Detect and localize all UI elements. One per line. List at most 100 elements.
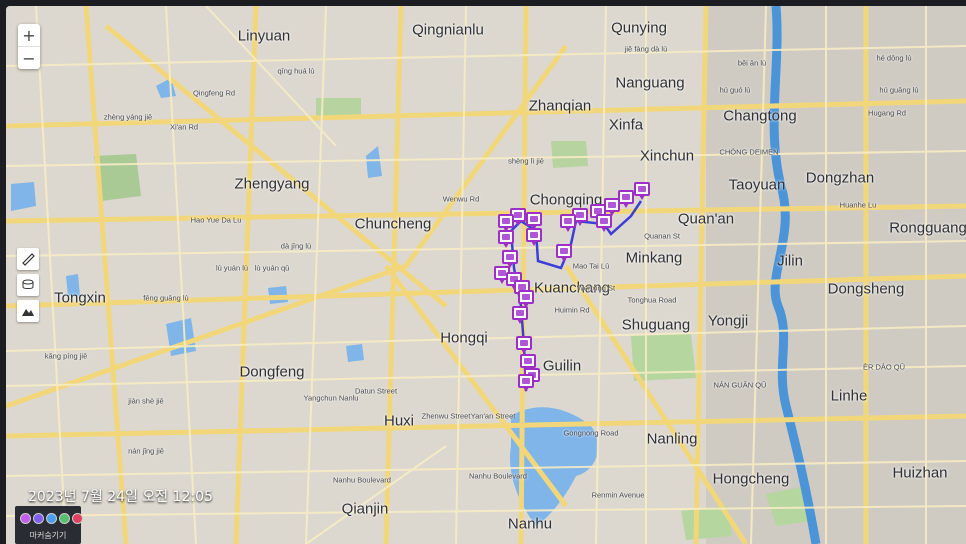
street-label: Yan'an Street <box>470 411 516 421</box>
hide-markers-button[interactable]: 마커숨기기 <box>15 506 83 544</box>
street-label: CHÓNG DEIMEN <box>719 147 779 157</box>
marker-icon[interactable] <box>634 182 650 200</box>
street-label: Zhenwu Street <box>421 411 471 421</box>
street-label: Yangchun Nanlu <box>303 393 359 403</box>
street-label: lù yuán lù <box>215 263 249 273</box>
street-label: Hugang Rd <box>868 108 906 118</box>
marker-icon[interactable] <box>518 374 534 392</box>
photo-timestamp: 2023년 7월 24일 오전 12:05 <box>28 489 213 505</box>
street-label: Xi'an Rd <box>169 122 199 132</box>
marker-icon[interactable] <box>498 214 514 232</box>
map-screen[interactable]: Linyuan Qingnianlu Qunying Nanguang Zhan… <box>6 6 966 544</box>
street-label: lù yuán qū <box>254 263 290 273</box>
legend-dot-icon <box>46 513 57 524</box>
district-label: Dongzhan <box>805 169 875 187</box>
hide-markers-label: 마커숨기기 <box>29 531 67 540</box>
district-label: Minkang <box>625 249 683 267</box>
marker-icon[interactable] <box>560 214 576 232</box>
street-label: Nanhu Boulevard <box>469 471 527 481</box>
district-label: Linyuan <box>237 27 291 45</box>
street-label: Huanhe Lu <box>839 200 877 210</box>
street-label: Mao Tai Lù <box>572 261 610 271</box>
street-label: Hao Yue Da Lu <box>190 215 242 225</box>
district-label: Hongcheng <box>712 470 790 488</box>
district-label: Nanguang <box>615 74 685 92</box>
marker-icon[interactable] <box>518 290 534 308</box>
legend-dot-icon <box>20 513 31 524</box>
marker-icon[interactable] <box>604 198 620 216</box>
street-label: jiàn shè jiē <box>128 396 164 406</box>
district-label: Hongqi <box>440 329 488 347</box>
district-label: Changtong <box>723 107 797 125</box>
street-label: Nanhu Boulevard <box>333 475 391 485</box>
zoom-in-button[interactable]: + <box>18 24 40 46</box>
marker-icon[interactable] <box>498 230 514 248</box>
district-label: Xinchun <box>639 147 695 165</box>
street-label: Qingfeng Rd <box>192 88 236 98</box>
street-label: dà jīng lù <box>280 241 312 251</box>
street-label: Wenxing St <box>576 283 616 293</box>
terrain-icon[interactable] <box>17 300 39 322</box>
district-label: Zhengyang <box>234 175 310 193</box>
legend-dot-icon <box>59 513 70 524</box>
street-label: kāng píng jiē <box>44 351 88 361</box>
district-label: Jilin <box>777 252 803 270</box>
district-label: Qianjin <box>341 500 389 518</box>
marker-icon[interactable] <box>512 306 528 324</box>
street-label: shèng lì jiē <box>508 156 544 166</box>
street-label: Wenwu Rd <box>442 194 480 204</box>
district-label: Shuguang <box>621 316 691 334</box>
district-label: Nanhu <box>507 515 553 533</box>
marker-icon[interactable] <box>516 336 532 354</box>
ruler-icon[interactable] <box>17 248 39 270</box>
street-label: hú guó lù <box>719 85 751 95</box>
zoom-out-button[interactable]: − <box>18 46 40 69</box>
district-label: Linhe <box>830 387 868 405</box>
street-label: hé dōng lù <box>876 53 912 63</box>
district-label: Yongji <box>707 312 749 330</box>
marker-icon[interactable] <box>526 212 542 230</box>
district-label: Huizhan <box>892 464 948 482</box>
district-label: Rongguang <box>889 219 966 237</box>
street-label: qīng huá lù <box>277 66 315 76</box>
marker-icon[interactable] <box>618 190 634 208</box>
street-label: Tonghua Road <box>627 295 677 305</box>
street-label: Renmin Avenue <box>591 490 645 500</box>
marker-icon[interactable] <box>520 354 536 372</box>
district-label: Qunying <box>611 19 667 37</box>
street-label: Quanan St <box>644 231 680 241</box>
marker-icon[interactable] <box>526 228 542 246</box>
street-label: Datun Street <box>354 386 398 396</box>
district-label: Huxi <box>383 412 415 430</box>
district-label: Taoyuan <box>728 176 786 194</box>
district-label: Dongsheng <box>827 280 905 298</box>
street-label: jiě fàng dà lù <box>624 44 668 54</box>
street-label: nán jǐng jiē <box>128 446 164 456</box>
street-label: zhèng yáng jiē <box>103 112 153 122</box>
district-label: Tongxin <box>54 289 106 307</box>
marker-icon[interactable] <box>502 250 518 268</box>
street-label: NÁN GUĀN QŪ <box>713 380 767 390</box>
street-label: hú guāng lù <box>879 85 919 95</box>
district-label: Xinfa <box>608 116 644 134</box>
legend-dots <box>20 513 83 524</box>
map-canvas[interactable] <box>6 6 966 544</box>
district-label: Qingnianlu <box>412 21 484 39</box>
district-label: Chuncheng <box>354 215 432 233</box>
district-label: Quan'an <box>677 210 735 228</box>
street-label: Gongnong Road <box>563 428 619 438</box>
layers-icon[interactable] <box>17 274 39 296</box>
district-label: Nanling <box>646 430 698 448</box>
legend-dot-icon <box>33 513 44 524</box>
street-label: Huimin Rd <box>554 305 590 315</box>
district-label: Dongfeng <box>239 363 305 381</box>
marker-icon[interactable] <box>596 214 612 232</box>
district-label: Zhanqian <box>528 97 592 115</box>
district-label: Guilin <box>542 357 582 375</box>
street-label: běi ān lù <box>737 58 767 68</box>
legend-dot-icon <box>72 513 83 524</box>
zoom-control: + − <box>18 24 40 69</box>
map-tools <box>17 248 39 326</box>
marker-icon[interactable] <box>556 244 572 262</box>
street-label: ÈR DÀO QŪ <box>862 362 906 372</box>
